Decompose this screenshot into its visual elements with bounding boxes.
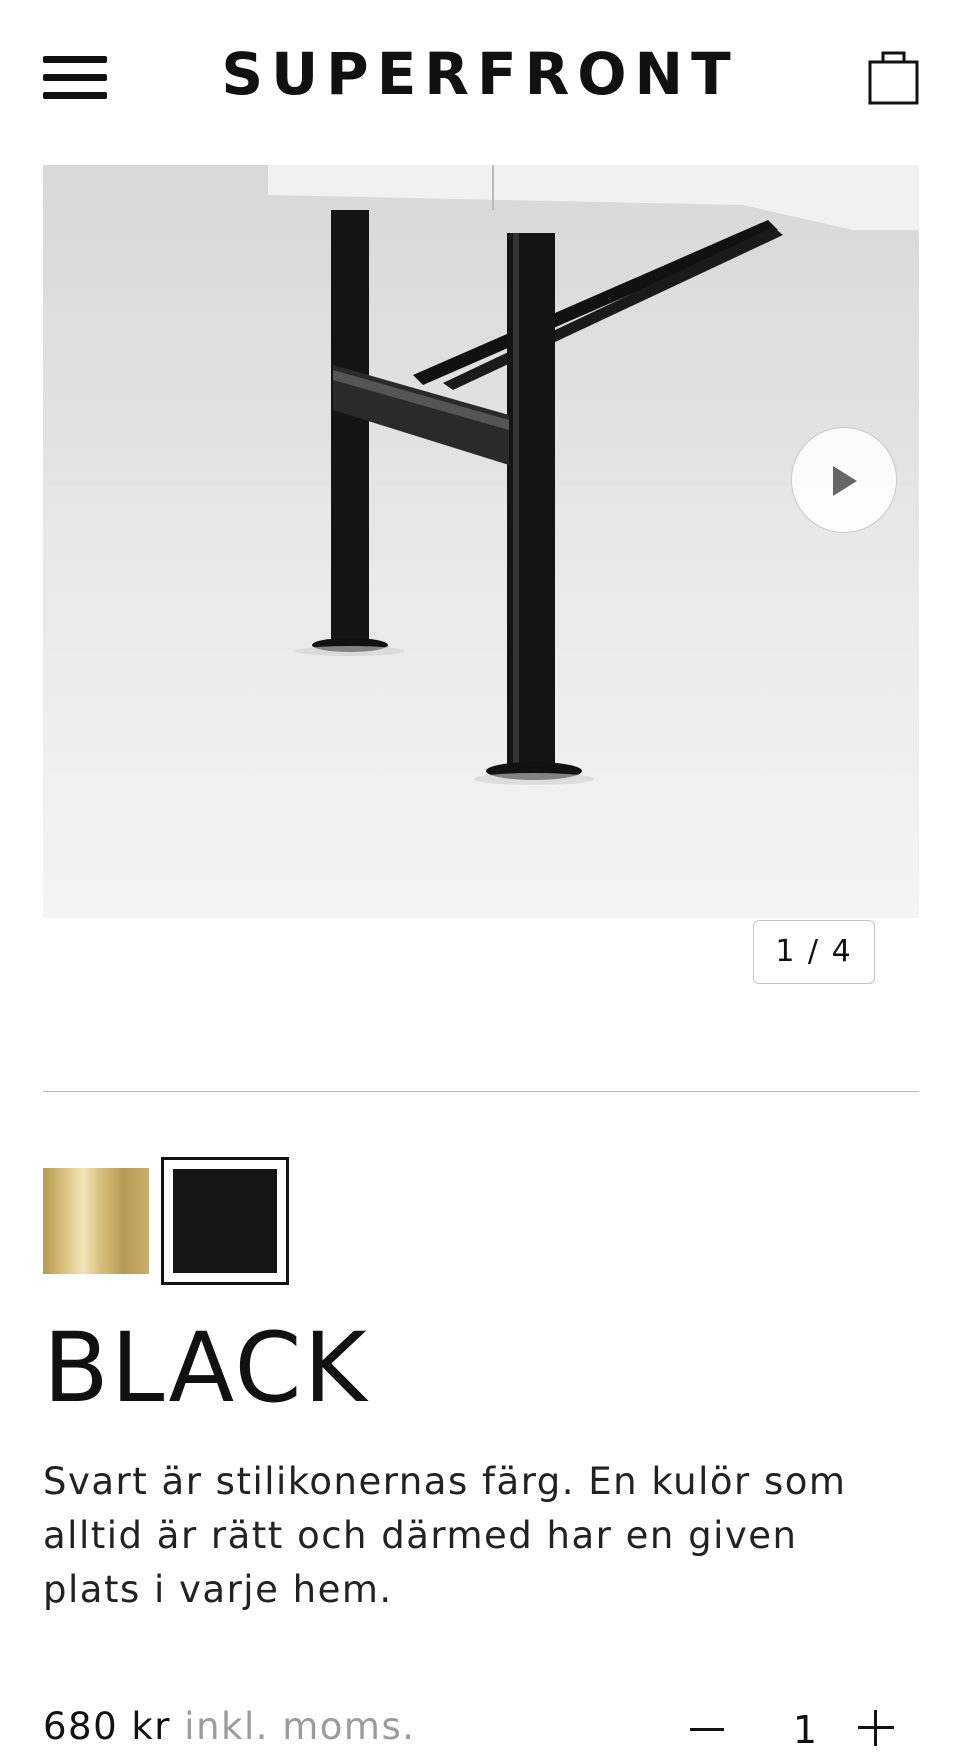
price-row: 680 kr inkl. moms. bbox=[43, 1705, 416, 1748]
quantity-value[interactable]: 1 bbox=[785, 1700, 825, 1760]
shopping-bag-icon[interactable] bbox=[868, 50, 920, 106]
product-image-gallery[interactable] bbox=[43, 165, 919, 918]
play-icon bbox=[833, 466, 857, 496]
increase-quantity-button[interactable] bbox=[858, 1710, 894, 1746]
play-video-button[interactable] bbox=[791, 427, 897, 533]
swatch-black-selected[interactable] bbox=[161, 1157, 289, 1285]
vat-note: inkl. moms. bbox=[184, 1705, 416, 1748]
swatch-gold[interactable] bbox=[43, 1168, 149, 1274]
gallery-counter: 1 / 4 bbox=[753, 920, 875, 984]
decrease-quantity-button[interactable] bbox=[690, 1728, 724, 1731]
product-description: Svart är stilikonernas färg. En kulör so… bbox=[43, 1460, 847, 1611]
swatch-black-fill bbox=[173, 1169, 277, 1273]
quantity-stepper: 1 bbox=[680, 1700, 930, 1760]
product-image bbox=[43, 165, 919, 918]
price: 680 kr bbox=[43, 1705, 172, 1748]
product-title: BLACK bbox=[43, 1312, 369, 1424]
site-logo[interactable]: SUPERFRONT bbox=[0, 40, 960, 108]
site-header: SUPERFRONT bbox=[0, 0, 960, 150]
divider bbox=[43, 1091, 919, 1092]
